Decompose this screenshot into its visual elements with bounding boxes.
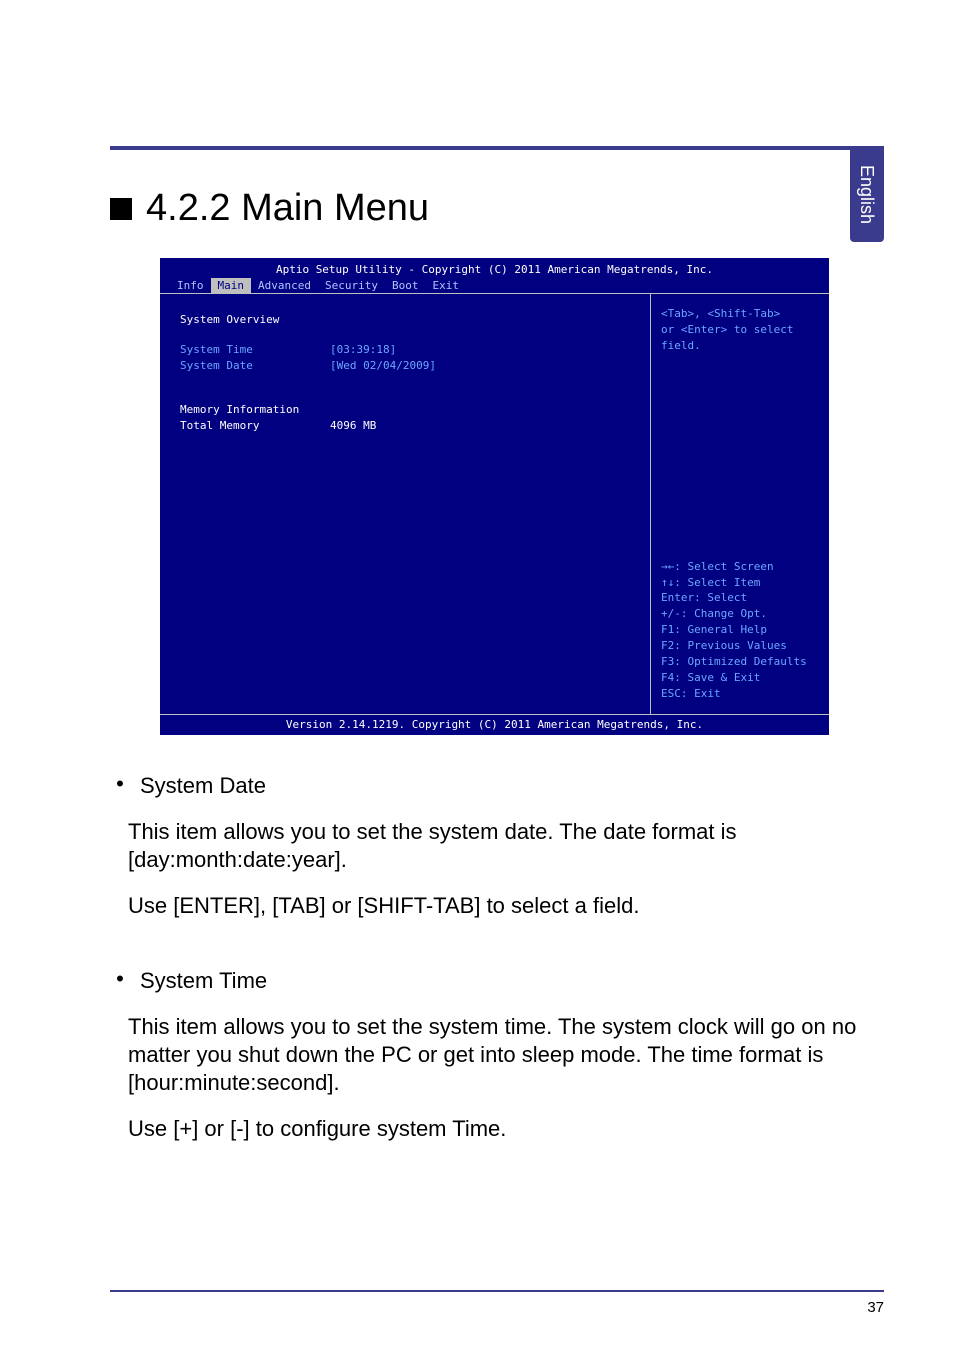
item-desc-1: This item allows you to set the system t… bbox=[128, 1013, 884, 1144]
bios-tab-main: Main bbox=[211, 278, 252, 293]
page-number: 37 bbox=[867, 1299, 884, 1316]
bios-tab-exit: Exit bbox=[425, 278, 466, 293]
side-language-label: English bbox=[857, 164, 878, 223]
bios-main-panel: System Overview System Time [03:39:18] S… bbox=[160, 294, 651, 714]
footer-rule bbox=[110, 1290, 884, 1292]
item-desc-0: This item allows you to set the system d… bbox=[128, 818, 884, 920]
bios-sysdate-label: System Date bbox=[180, 358, 330, 374]
bios-help-keys: →←: Select Screen ↑↓: Select Item Enter:… bbox=[661, 559, 819, 702]
list-item: • System Date bbox=[110, 772, 884, 800]
bullet-dot-icon: • bbox=[110, 772, 130, 800]
bullet-dot-icon: • bbox=[110, 967, 130, 995]
section-heading: 4.2.2 Main Menu bbox=[110, 187, 429, 230]
item-para: Use [ENTER], [TAB] or [SHIFT-TAB] to sel… bbox=[128, 892, 884, 920]
bios-screenshot: Aptio Setup Utility - Copyright (C) 2011… bbox=[160, 258, 829, 735]
bios-tab-advanced: Advanced bbox=[251, 278, 318, 293]
bios-help-top: <Tab>, <Shift-Tab> or <Enter> to select … bbox=[661, 306, 819, 354]
item-para: Use [+] or [-] to configure system Time. bbox=[128, 1115, 884, 1143]
bios-totalmem-value: 4096 MB bbox=[330, 418, 376, 434]
header-rule bbox=[110, 146, 884, 150]
bios-totalmem-label: Total Memory bbox=[180, 418, 330, 434]
bios-footer: Version 2.14.1219. Copyright (C) 2011 Am… bbox=[160, 714, 829, 735]
item-para: This item allows you to set the system t… bbox=[128, 1013, 884, 1097]
bios-tab-info: Info bbox=[170, 278, 211, 293]
bios-tab-bar: Info Main Advanced Security Boot Exit bbox=[160, 278, 829, 294]
bios-title: Aptio Setup Utility - Copyright (C) 2011… bbox=[160, 258, 829, 278]
bios-sysdate-value: [Wed 02/04/2009] bbox=[330, 358, 436, 374]
item-title-0: System Date bbox=[140, 772, 266, 800]
bios-systime-label: System Time bbox=[180, 342, 330, 358]
bios-tab-boot: Boot bbox=[385, 278, 426, 293]
item-title-1: System Time bbox=[140, 967, 267, 995]
list-item: • System Time bbox=[110, 967, 884, 995]
body-content: • System Date This item allows you to se… bbox=[110, 772, 884, 1165]
bios-row-totalmem: Total Memory 4096 MB bbox=[180, 418, 630, 434]
bios-tab-security: Security bbox=[318, 278, 385, 293]
item-para: This item allows you to set the system d… bbox=[128, 818, 884, 874]
bios-meminfo-title: Memory Information bbox=[180, 402, 630, 418]
bios-row-systime: System Time [03:39:18] bbox=[180, 342, 630, 358]
bios-help-panel: <Tab>, <Shift-Tab> or <Enter> to select … bbox=[651, 294, 829, 714]
square-bullet-icon bbox=[110, 198, 132, 220]
bios-overview-title: System Overview bbox=[180, 312, 630, 328]
bios-row-sysdate: System Date [Wed 02/04/2009] bbox=[180, 358, 630, 374]
section-heading-text: 4.2.2 Main Menu bbox=[146, 187, 429, 230]
bios-systime-value: [03:39:18] bbox=[330, 342, 396, 358]
bios-body: System Overview System Time [03:39:18] S… bbox=[160, 294, 829, 714]
side-language-tab: English bbox=[850, 146, 884, 242]
